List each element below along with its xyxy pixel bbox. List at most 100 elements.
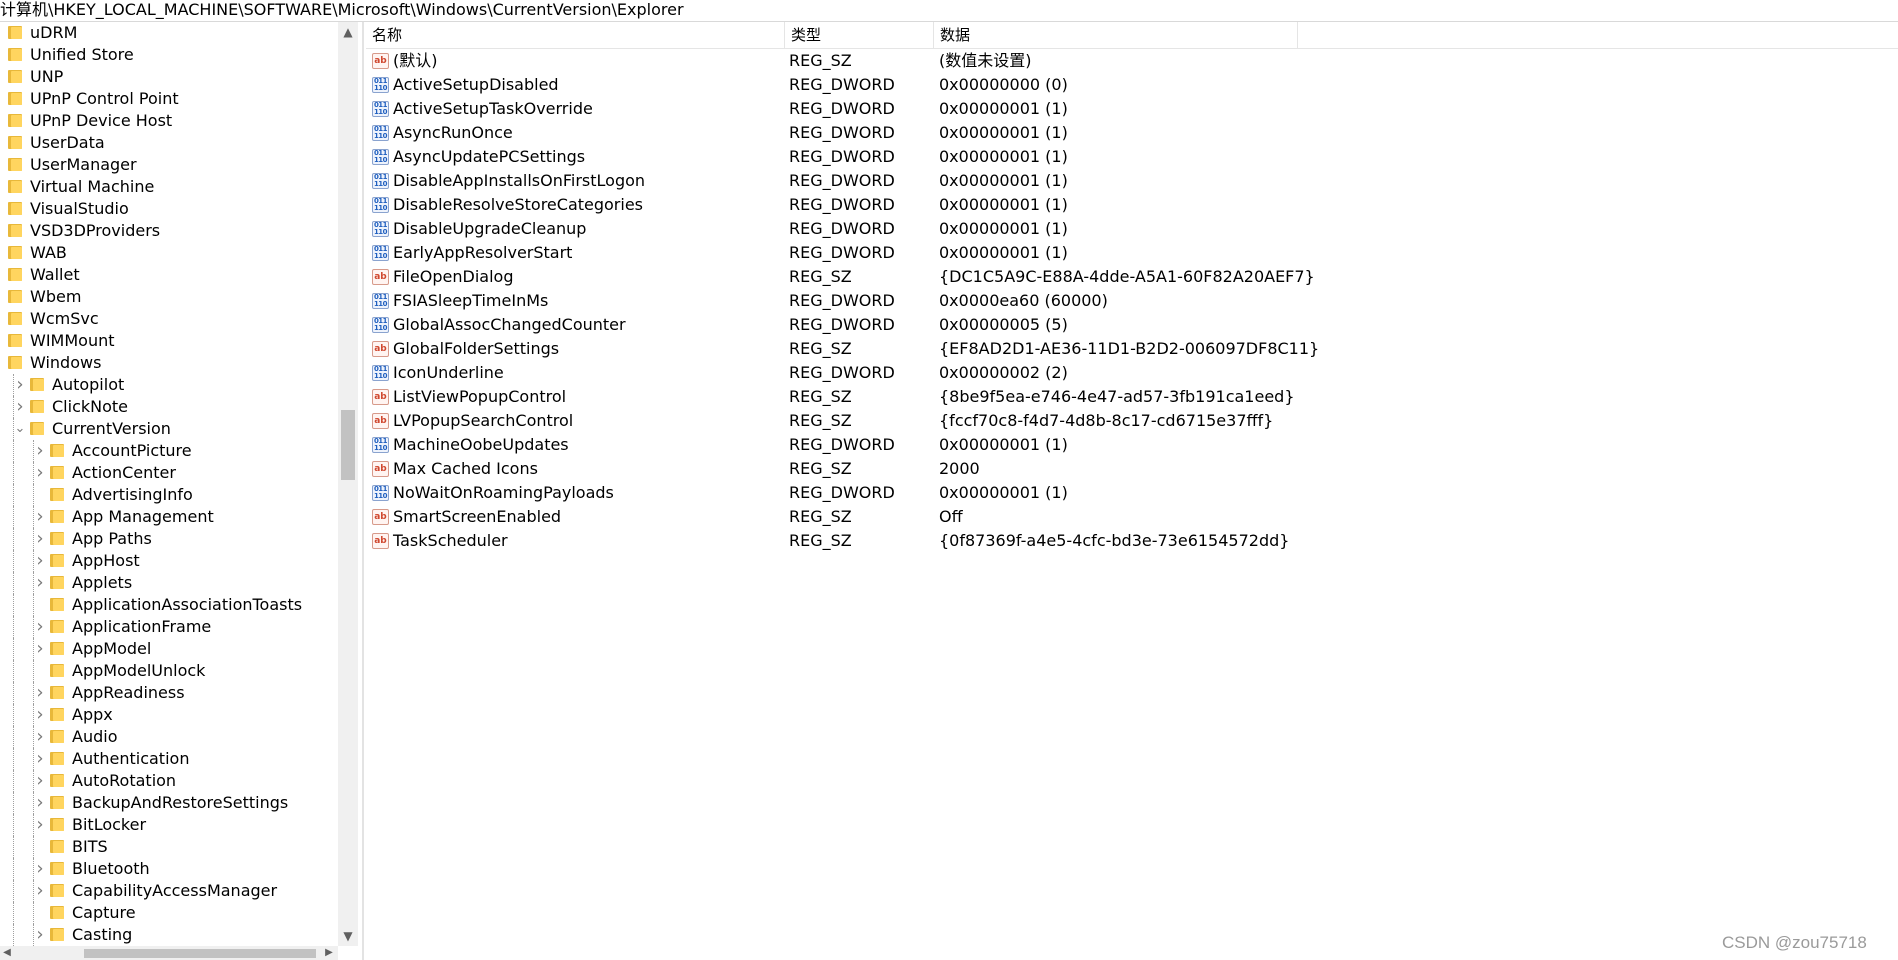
chevron-right-icon[interactable]: › xyxy=(33,748,47,770)
chevron-right-icon[interactable]: › xyxy=(33,814,47,836)
tree-horizontal-scrollbar[interactable]: ◀ ▶ xyxy=(0,946,338,960)
tree-item[interactable]: ApplicationAssociationToasts xyxy=(0,594,338,616)
chevron-right-icon[interactable]: › xyxy=(33,704,47,726)
tree-item[interactable]: AppModelUnlock xyxy=(0,660,338,682)
value-name: IconUnderline xyxy=(393,363,504,382)
tree-item[interactable]: UserData xyxy=(0,132,338,154)
tree-guide-line xyxy=(33,594,34,616)
tree-item[interactable]: UPnP Control Point xyxy=(0,88,338,110)
registry-value-row[interactable]: 011 110 NoWaitOnRoamingPayloads REG_DWORD 0… xyxy=(366,481,1898,505)
tree-item[interactable]: › AppModel xyxy=(0,638,338,660)
chevron-right-icon[interactable]: › xyxy=(33,616,47,638)
registry-value-row[interactable]: 011 110 DisableResolveStoreCategories REG_… xyxy=(366,193,1898,217)
tree-item[interactable]: › BackupAndRestoreSettings xyxy=(0,792,338,814)
registry-value-row[interactable]: 011 110 ActiveSetupDisabled REG_DWORD 0x000… xyxy=(366,73,1898,97)
tree-item[interactable]: › BitLocker xyxy=(0,814,338,836)
registry-value-row[interactable]: ab LVPopupSearchControl REG_SZ {fccf70c8-f4… xyxy=(366,409,1898,433)
tree-item[interactable]: › Appx xyxy=(0,704,338,726)
pane-splitter[interactable] xyxy=(362,22,364,960)
chevron-right-icon[interactable]: › xyxy=(33,440,47,462)
tree-item[interactable]: Wallet xyxy=(0,264,338,286)
registry-value-row[interactable]: 011 110 AsyncUpdatePCSettings REG_DWORD 0x0… xyxy=(366,145,1898,169)
tree-item[interactable]: › Autopilot xyxy=(0,374,338,396)
tree-item[interactable]: UserManager xyxy=(0,154,338,176)
registry-value-row[interactable]: ab (默认) REG_SZ (数值未设置) xyxy=(366,49,1898,73)
tree-item[interactable]: Unified Store xyxy=(0,44,338,66)
tree-item[interactable]: › AppHost xyxy=(0,550,338,572)
tree-item[interactable]: › ActionCenter xyxy=(0,462,338,484)
chevron-right-icon[interactable]: › xyxy=(33,638,47,660)
registry-value-row[interactable]: 011 110 AsyncRunOnce REG_DWORD 0x00000001 (… xyxy=(366,121,1898,145)
scroll-thumb[interactable] xyxy=(341,410,355,480)
registry-value-row[interactable]: ab TaskScheduler REG_SZ {0f87369f-a4e5-4cfc… xyxy=(366,529,1898,553)
registry-value-row[interactable]: ab SmartScreenEnabled REG_SZ Off xyxy=(366,505,1898,529)
registry-value-row[interactable]: 011 110 MachineOobeUpdates REG_DWORD 0x0000… xyxy=(366,433,1898,457)
tree-item[interactable]: › ApplicationFrame xyxy=(0,616,338,638)
chevron-right-icon[interactable]: › xyxy=(33,924,47,946)
chevron-right-icon[interactable]: › xyxy=(33,770,47,792)
tree-item[interactable]: BITS xyxy=(0,836,338,858)
column-name-header[interactable]: 名称 xyxy=(366,22,785,48)
scroll-right-arrow-icon[interactable]: ▶ xyxy=(322,946,336,960)
tree-item[interactable]: VisualStudio xyxy=(0,198,338,220)
tree-item[interactable]: UNP xyxy=(0,66,338,88)
tree-item[interactable]: WcmSvc xyxy=(0,308,338,330)
chevron-right-icon[interactable]: › xyxy=(33,792,47,814)
tree-item[interactable]: › App Paths xyxy=(0,528,338,550)
tree-item[interactable]: › Casting xyxy=(0,924,338,946)
scroll-left-arrow-icon[interactable]: ◀ xyxy=(0,946,14,960)
registry-value-row[interactable]: 011 110 DisableAppInstallsOnFirstLogon REG… xyxy=(366,169,1898,193)
chevron-right-icon[interactable]: › xyxy=(33,550,47,572)
tree-item[interactable]: › Authentication xyxy=(0,748,338,770)
registry-value-row[interactable]: 011 110 IconUnderline REG_DWORD 0x00000002 … xyxy=(366,361,1898,385)
tree-item[interactable]: › Audio xyxy=(0,726,338,748)
tree-item[interactable]: Virtual Machine xyxy=(0,176,338,198)
tree-item[interactable]: uDRM xyxy=(0,22,338,44)
registry-value-row[interactable]: ab FileOpenDialog REG_SZ {DC1C5A9C-E88A-4dd… xyxy=(366,265,1898,289)
tree-item[interactable]: › CapabilityAccessManager xyxy=(0,880,338,902)
column-type-header[interactable]: 类型 xyxy=(785,22,934,48)
chevron-right-icon[interactable]: › xyxy=(33,880,47,902)
registry-value-row[interactable]: 011 110 DisableUpgradeCleanup REG_DWORD 0x0… xyxy=(366,217,1898,241)
tree-item[interactable]: › Bluetooth xyxy=(0,858,338,880)
chevron-right-icon[interactable]: › xyxy=(33,462,47,484)
tree-item[interactable]: AdvertisingInfo xyxy=(0,484,338,506)
scroll-down-arrow-icon[interactable]: ▼ xyxy=(338,926,358,946)
chevron-right-icon[interactable]: › xyxy=(33,726,47,748)
address-bar[interactable]: 计算机\HKEY_LOCAL_MACHINE\SOFTWARE\Microsof… xyxy=(0,0,1898,22)
chevron-right-icon[interactable]: › xyxy=(33,682,47,704)
tree-vertical-scrollbar[interactable]: ▲ ▼ xyxy=(338,22,358,946)
tree-item[interactable]: Capture xyxy=(0,902,338,924)
tree-item[interactable]: WAB xyxy=(0,242,338,264)
tree-item[interactable]: UPnP Device Host xyxy=(0,110,338,132)
chevron-right-icon[interactable]: › xyxy=(33,858,47,880)
tree-item[interactable]: Windows xyxy=(0,352,338,374)
chevron-right-icon[interactable]: › xyxy=(33,528,47,550)
registry-value-row[interactable]: ab GlobalFolderSettings REG_SZ {EF8AD2D1-AE… xyxy=(366,337,1898,361)
chevron-down-icon[interactable]: ⌄ xyxy=(13,418,27,440)
tree-item[interactable]: › ClickNote xyxy=(0,396,338,418)
tree-item[interactable]: › AutoRotation xyxy=(0,770,338,792)
folder-icon xyxy=(50,642,64,655)
chevron-right-icon[interactable]: › xyxy=(33,506,47,528)
registry-value-row[interactable]: 011 110 FSIASleepTimeInMs REG_DWORD 0x0000e… xyxy=(366,289,1898,313)
registry-value-row[interactable]: ab Max Cached Icons REG_SZ 2000 xyxy=(366,457,1898,481)
tree-item[interactable]: Wbem xyxy=(0,286,338,308)
registry-value-row[interactable]: 011 110 EarlyAppResolverStart REG_DWORD 0x0… xyxy=(366,241,1898,265)
chevron-right-icon[interactable]: › xyxy=(33,572,47,594)
scroll-up-arrow-icon[interactable]: ▲ xyxy=(338,22,358,42)
column-data-header[interactable]: 数据 xyxy=(934,22,1298,48)
tree-item[interactable]: WIMMount xyxy=(0,330,338,352)
tree-item[interactable]: › AppReadiness xyxy=(0,682,338,704)
chevron-right-icon[interactable]: › xyxy=(13,396,27,418)
tree-item[interactable]: › App Management xyxy=(0,506,338,528)
tree-item[interactable]: VSD3DProviders xyxy=(0,220,338,242)
chevron-right-icon[interactable]: › xyxy=(13,374,27,396)
tree-item[interactable]: ⌄ CurrentVersion xyxy=(0,418,338,440)
hscroll-thumb[interactable] xyxy=(84,949,316,958)
tree-item[interactable]: › AccountPicture xyxy=(0,440,338,462)
registry-value-row[interactable]: 011 110 ActiveSetupTaskOverride REG_DWORD 0… xyxy=(366,97,1898,121)
registry-value-row[interactable]: ab ListViewPopupControl REG_SZ {8be9f5ea-e7… xyxy=(366,385,1898,409)
registry-value-row[interactable]: 011 110 GlobalAssocChangedCounter REG_DWOR… xyxy=(366,313,1898,337)
tree-item[interactable]: › Applets xyxy=(0,572,338,594)
